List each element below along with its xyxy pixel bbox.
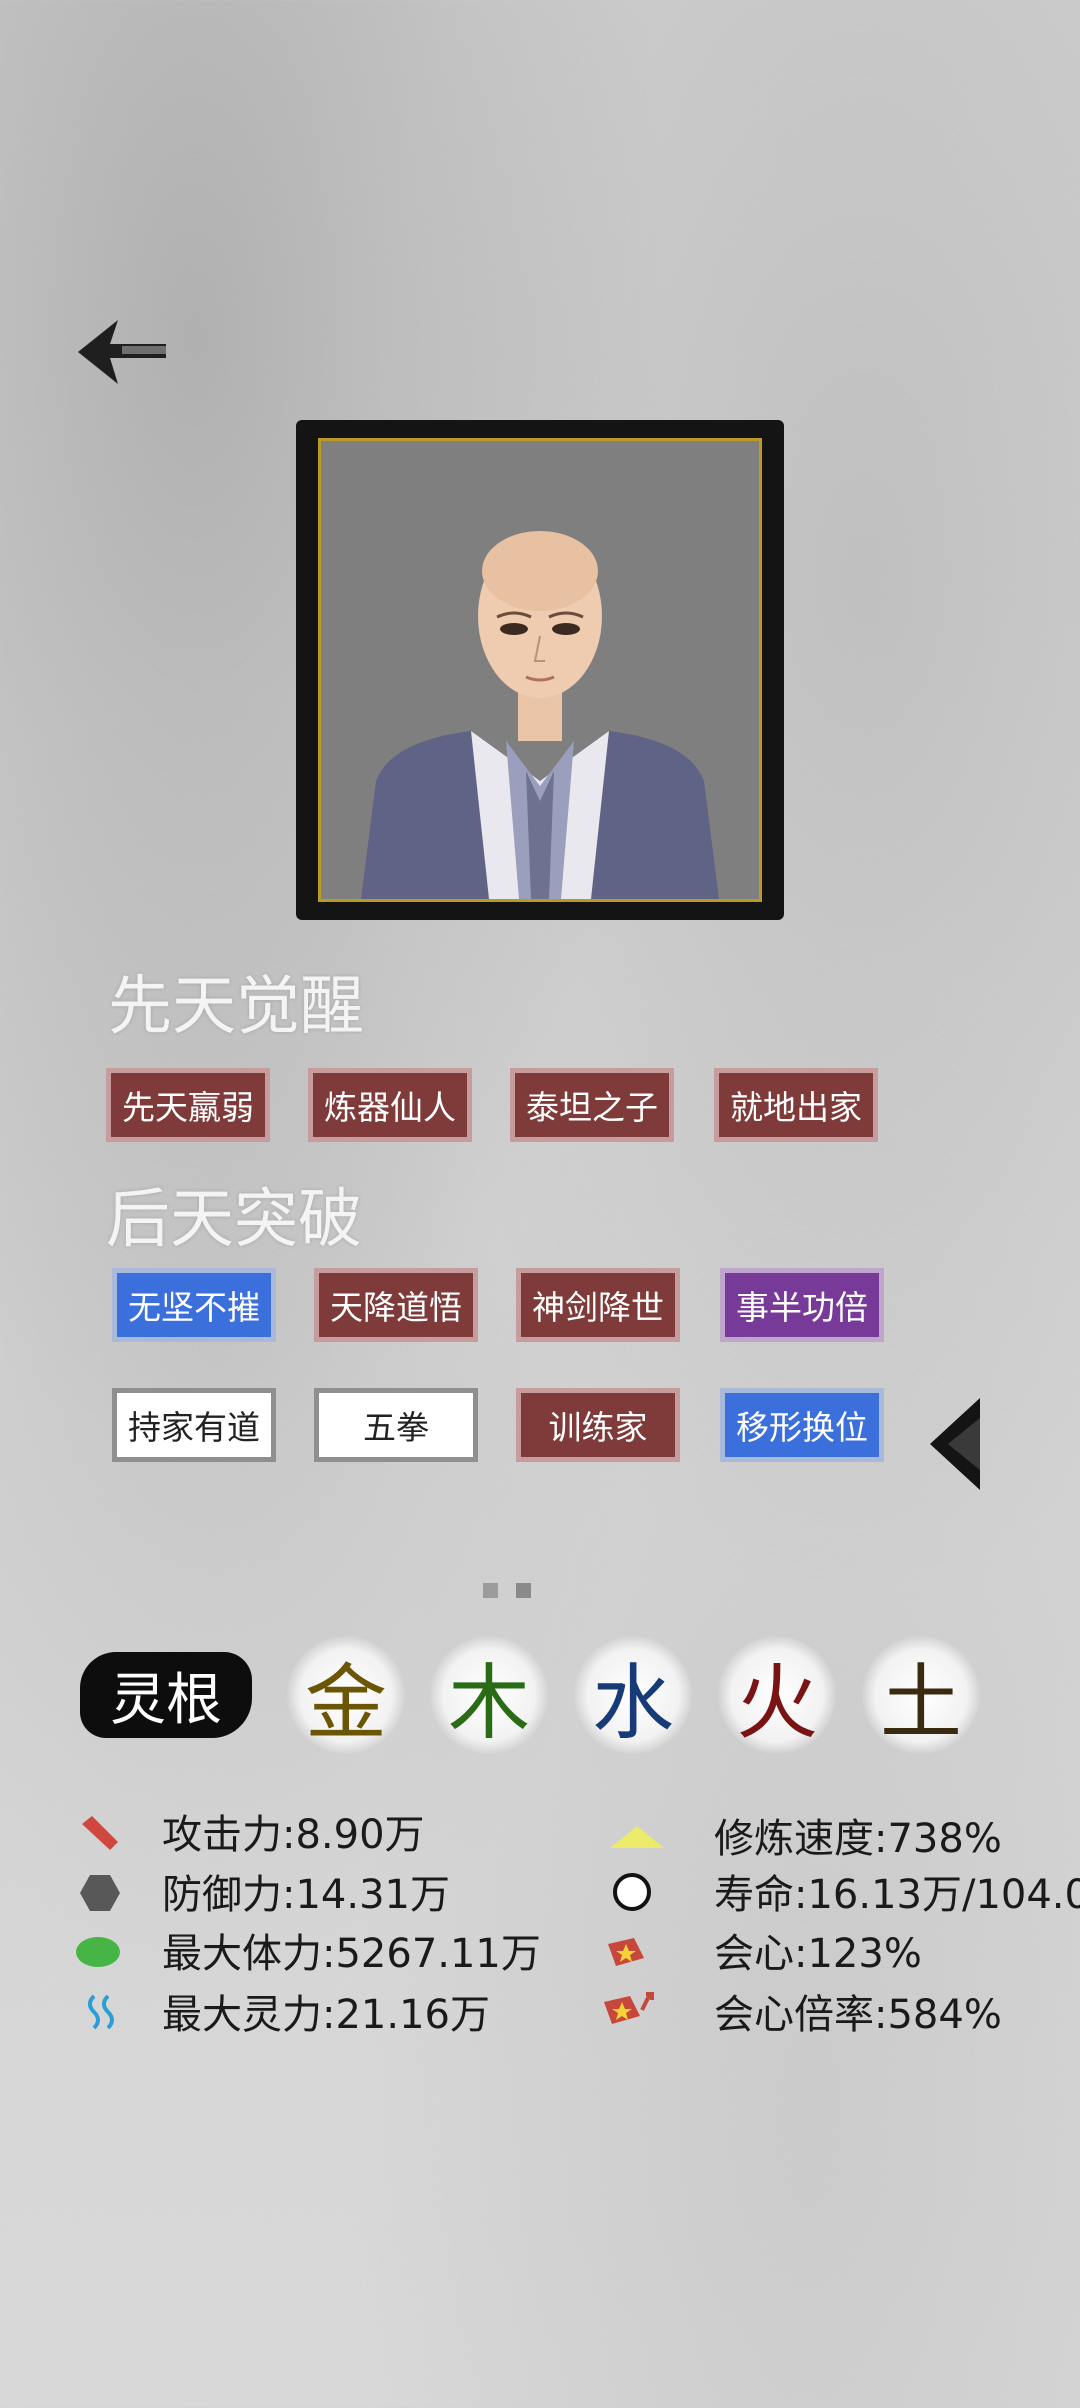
tag-label: 无坚不摧 — [128, 1288, 260, 1327]
innate-tag-1[interactable]: 先天羸弱 — [106, 1068, 270, 1142]
stat-critical-multiplier: 会心倍率:584% — [714, 1992, 1002, 2038]
stat-max-health: 最大体力:5267.11万 — [162, 1931, 541, 1977]
acquired-tag-5[interactable]: 持家有道 — [112, 1388, 276, 1462]
innate-tag-4[interactable]: 就地出家 — [714, 1068, 878, 1142]
element-char: 火 — [735, 1655, 818, 1751]
element-char: 水 — [591, 1655, 674, 1751]
tag-label: 泰坦之子 — [526, 1088, 658, 1127]
acquired-tag-1[interactable]: 无坚不摧 — [112, 1268, 276, 1342]
element-earth: 土 — [862, 1636, 980, 1754]
acquired-tag-3[interactable]: 神剑降世 — [516, 1268, 680, 1342]
attack-icon — [78, 1810, 122, 1854]
stat-cultivation-speed: 修炼速度:738% — [714, 1816, 1002, 1862]
tag-label: 天降道悟 — [330, 1288, 462, 1327]
tag-label: 持家有道 — [128, 1408, 260, 1447]
innate-tag-2[interactable]: 炼器仙人 — [308, 1068, 472, 1142]
element-wood: 木 — [430, 1636, 548, 1754]
tag-label: 事半功倍 — [736, 1288, 868, 1327]
spirit-icon — [80, 1990, 124, 2034]
defense-icon — [78, 1871, 122, 1915]
innate-awakening-title: 先天觉醒 — [108, 970, 364, 1044]
tag-label: 训练家 — [548, 1408, 648, 1447]
innate-tag-3[interactable]: 泰坦之子 — [510, 1068, 674, 1142]
page-indicator-dot-2 — [516, 1583, 531, 1598]
tag-label: 就地出家 — [730, 1088, 862, 1127]
acquired-tag-4[interactable]: 事半功倍 — [720, 1268, 884, 1342]
stat-lifespan: 寿命:16.13万/104.0 — [714, 1872, 1080, 1918]
tag-label: 先天羸弱 — [122, 1088, 254, 1127]
cultivation-speed-icon — [608, 1815, 666, 1859]
acquired-tag-6[interactable]: 五拳 — [314, 1388, 478, 1462]
tag-label: 神剑降世 — [532, 1288, 664, 1327]
element-water: 水 — [574, 1636, 692, 1754]
next-page-arrow-icon[interactable] — [930, 1398, 980, 1490]
tag-label: 五拳 — [363, 1408, 429, 1447]
element-fire: 火 — [718, 1636, 836, 1754]
stat-attack: 攻击力:8.90万 — [162, 1812, 425, 1858]
lifespan-icon — [610, 1870, 654, 1914]
acquired-breakthrough-title: 后天突破 — [106, 1183, 362, 1257]
stat-critical: 会心:123% — [714, 1931, 922, 1977]
critical-icon — [604, 1930, 654, 1974]
character-portrait — [318, 438, 762, 902]
acquired-tag-2[interactable]: 天降道悟 — [314, 1268, 478, 1342]
element-metal: 金 — [287, 1636, 405, 1754]
acquired-tag-7[interactable]: 训练家 — [516, 1388, 680, 1462]
acquired-tag-8[interactable]: 移形换位 — [720, 1388, 884, 1462]
critical-multiplier-icon — [600, 1986, 658, 2030]
spiritual-root-label: 灵根 — [80, 1652, 252, 1738]
back-arrow-icon[interactable] — [78, 318, 170, 386]
stat-max-spirit: 最大灵力:21.16万 — [162, 1992, 490, 2038]
element-char: 土 — [879, 1655, 962, 1751]
element-char: 木 — [447, 1655, 530, 1751]
element-char: 金 — [304, 1655, 387, 1751]
stat-defense: 防御力:14.31万 — [162, 1872, 450, 1918]
page-indicator-dot-1 — [483, 1583, 498, 1598]
health-icon — [76, 1930, 120, 1974]
tag-label: 移形换位 — [736, 1408, 868, 1447]
tag-label: 炼器仙人 — [324, 1088, 456, 1127]
